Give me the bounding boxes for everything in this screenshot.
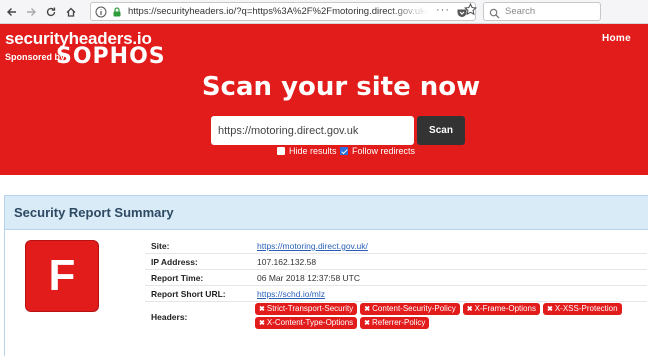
- close-icon: ✖: [466, 305, 473, 313]
- browser-search-input[interactable]: Search: [483, 2, 601, 21]
- panel-header: Security Report Summary: [5, 196, 648, 230]
- row-short-url: Report Short URL: https://schd.io/mlz: [145, 286, 647, 302]
- lock-icon[interactable]: [111, 5, 123, 23]
- info-icon[interactable]: [95, 5, 107, 23]
- close-icon: ✖: [259, 305, 265, 313]
- header-badge[interactable]: ✖ X-Content-Type-Options: [255, 317, 358, 329]
- search-placeholder: Search: [505, 6, 536, 17]
- report-time-value: 06 Mar 2018 12:37:58 UTC: [257, 273, 361, 283]
- report-summary-panel: Security Report Summary F Site: https://…: [4, 195, 648, 356]
- home-button[interactable]: [62, 3, 80, 21]
- panel-title: Security Report Summary: [14, 205, 174, 220]
- follow-redirects-option[interactable]: Follow redirects: [340, 146, 415, 156]
- arrow-left-icon: [7, 8, 16, 16]
- reload-icon: [46, 7, 56, 17]
- hide-results-label[interactable]: Hide results: [289, 146, 337, 156]
- sponsor-logo[interactable]: SOPHOS: [56, 44, 166, 69]
- bookmark-star-icon[interactable]: [463, 2, 478, 21]
- follow-redirects-label[interactable]: Follow redirects: [352, 146, 415, 156]
- missing-headers-list: ✖ Strict-Transport-Security ✖ Content-Secu…: [255, 303, 648, 329]
- close-icon: ✖: [259, 319, 265, 327]
- header-badge[interactable]: ✖ Referrer-Policy: [360, 317, 430, 329]
- page-actions-icon[interactable]: ···: [436, 4, 450, 16]
- row-report-time: Report Time: 06 Mar 2018 12:37:58 UTC: [145, 270, 647, 286]
- row-label: IP Address:: [151, 257, 198, 267]
- grade-badge: F: [25, 240, 99, 312]
- header-badge[interactable]: ✖ Content-Security-Policy: [360, 303, 460, 315]
- header-badge[interactable]: ✖ X-XSS-Protection: [542, 303, 622, 315]
- row-label: Report Time:: [151, 273, 204, 283]
- address-bar[interactable]: https://securityheaders.io/?q=https%3A%2…: [90, 2, 476, 21]
- site-link[interactable]: https://motoring.direct.gov.uk/: [257, 241, 368, 251]
- ip-address-value: 107.162.132.58: [257, 257, 317, 267]
- row-label: Site:: [151, 241, 170, 251]
- header-badge[interactable]: ✖ X-Frame-Options: [462, 303, 540, 315]
- report-details: Site: https://motoring.direct.gov.uk/ IP…: [145, 238, 647, 332]
- hide-results-option[interactable]: Hide results: [277, 146, 337, 156]
- scan-button[interactable]: Scan: [417, 116, 465, 145]
- hide-results-checkbox[interactable]: [277, 147, 285, 155]
- url-text[interactable]: https://securityheaders.io/?q=https%3A%2…: [128, 6, 428, 17]
- reload-button[interactable]: [42, 3, 60, 21]
- follow-redirects-checkbox[interactable]: [340, 147, 348, 155]
- scan-url-input[interactable]: [211, 116, 414, 145]
- back-button[interactable]: [3, 3, 21, 21]
- arrow-right-icon: [27, 8, 36, 16]
- search-icon: [489, 6, 500, 24]
- row-site: Site: https://motoring.direct.gov.uk/: [145, 238, 647, 254]
- scan-heading: Scan your site now: [201, 72, 481, 102]
- close-icon: ✖: [546, 305, 553, 313]
- nav-home-link[interactable]: Home: [602, 33, 631, 44]
- site-header: securityheaders.io Sponsored by SOPHOS H…: [0, 24, 648, 175]
- row-label: Headers:: [151, 312, 188, 322]
- browser-toolbar: https://securityheaders.io/?q=https%3A%2…: [0, 0, 648, 24]
- close-icon: ✖: [364, 319, 371, 327]
- row-label: Report Short URL:: [151, 289, 226, 299]
- header-badge[interactable]: ✖ Strict-Transport-Security: [255, 303, 358, 315]
- row-ip-address: IP Address: 107.162.132.58: [145, 254, 647, 270]
- forward-button[interactable]: [22, 3, 40, 21]
- close-icon: ✖: [364, 305, 371, 313]
- short-url-link[interactable]: https://schd.io/mlz: [257, 289, 325, 299]
- home-icon: [66, 7, 76, 17]
- row-headers: Headers: ✖ Strict-Transport-Security ✖ Con…: [145, 302, 647, 332]
